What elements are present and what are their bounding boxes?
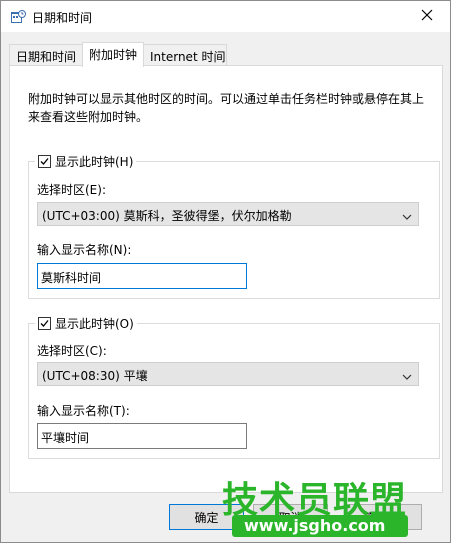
clock2-show-checkbox[interactable]: 显示此时钟(O)	[35, 315, 137, 332]
clock1-name-label: 输入显示名称(N):	[37, 243, 132, 257]
chevron-down-icon	[402, 370, 412, 384]
window-title: 日期和时间	[32, 11, 93, 25]
clock1-timezone-label: 选择时区(E):	[37, 183, 106, 197]
close-icon	[421, 9, 433, 24]
clock1-timezone-value: (UTC+03:00) 莫斯科，圣彼得堡，伏尔加格勒	[42, 209, 292, 223]
clock1-checkbox-label: 显示此时钟(H)	[55, 155, 134, 169]
clock2-name-input[interactable]: 平壤时间	[37, 423, 247, 449]
clock2-group: 显示此时钟(O) 选择时区(C): (UTC+08:30) 平壤 输入显示名称(…	[28, 315, 440, 459]
clock2-timezone-label: 选择时区(C):	[37, 344, 107, 358]
clock1-group: 显示此时钟(H) 选择时区(E): (UTC+03:00) 莫斯科，圣彼得堡，伏…	[28, 153, 440, 299]
clock2-checkbox-label: 显示此时钟(O)	[55, 317, 134, 331]
close-button[interactable]	[404, 1, 450, 32]
clock2-name-label: 输入显示名称(T):	[37, 404, 130, 418]
checkbox-checked-icon	[38, 155, 51, 168]
tab-additional-clocks[interactable]: 附加时钟	[82, 42, 144, 67]
additional-clocks-panel: 附加时钟可以显示其他时区的时间。可以通过单击任务栏时钟或悬停在其上来查看这些附加…	[9, 65, 443, 493]
tab-internet-time[interactable]: Internet 时间	[143, 44, 227, 66]
clock1-name-input[interactable]: 莫斯科时间	[37, 263, 247, 289]
clock2-timezone-select[interactable]: (UTC+08:30) 平壤	[37, 362, 419, 386]
watermark-url: www.jsgho.com	[244, 516, 386, 535]
description-text: 附加时钟可以显示其他时区的时间。可以通过单击任务栏时钟或悬停在其上来查看这些附加…	[28, 92, 425, 124]
clock1-timezone-select[interactable]: (UTC+03:00) 莫斯科，圣彼得堡，伏尔加格勒	[37, 202, 419, 226]
watermark: 技术员联盟 www.jsgho.com	[216, 471, 416, 541]
title-bar: 日期和时间	[1, 1, 450, 32]
clock-calendar-icon	[10, 9, 26, 25]
tab-date-time[interactable]: 日期和时间	[9, 44, 83, 66]
clock2-timezone-value: (UTC+08:30) 平壤	[42, 369, 148, 383]
chevron-down-icon	[402, 210, 412, 224]
clock1-show-checkbox[interactable]: 显示此时钟(H)	[35, 153, 137, 170]
checkbox-checked-icon	[38, 317, 51, 330]
date-time-dialog: 日期和时间 日期和时间 附加时钟 Internet 时间 附加时钟可以显示其他时…	[0, 0, 451, 543]
